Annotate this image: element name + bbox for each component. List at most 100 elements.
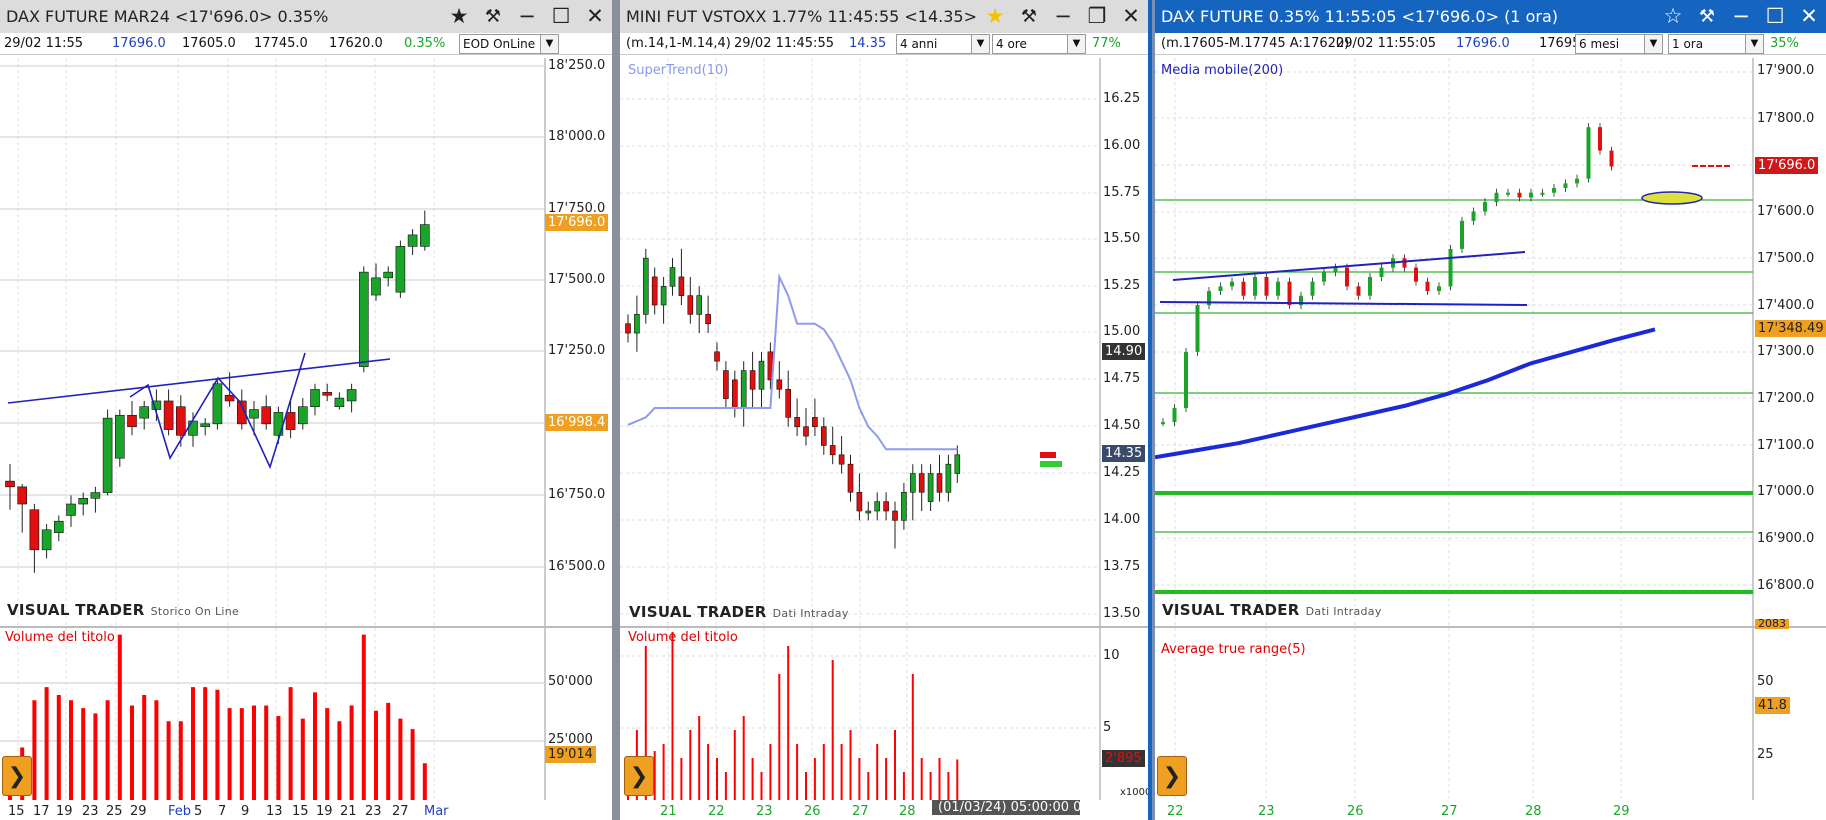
volume-bar	[813, 758, 816, 800]
candle-body	[1195, 305, 1200, 352]
supertrend-line	[627, 273, 958, 451]
candle-body	[1609, 150, 1614, 167]
candle-body	[838, 454, 845, 465]
date-label: 27	[852, 804, 869, 819]
candle-body	[1230, 281, 1234, 287]
volume-bar	[227, 708, 232, 800]
left-chart-panel: DAX FUTURE MAR24 <17'696.0> 0.35% ★ ⚒ − …	[0, 0, 612, 820]
price-label: 14.50	[1103, 418, 1141, 433]
middle-chart-canvas[interactable]	[620, 0, 1148, 820]
price-label: 17'400.0	[1757, 298, 1815, 313]
date-label: 27	[1441, 804, 1458, 819]
date-label: 9	[241, 804, 250, 819]
left-watermark-subtitle: Storico On Line	[150, 605, 240, 618]
volume-bar	[422, 763, 427, 800]
date-label: 19	[316, 804, 333, 819]
candle-body	[696, 295, 702, 315]
candle-body	[740, 370, 747, 409]
candle-body	[1414, 267, 1418, 282]
candle-body	[625, 323, 631, 334]
volume-bar	[178, 721, 183, 800]
date-label: 28	[899, 804, 916, 819]
panel-separator-1[interactable]	[612, 0, 620, 820]
candle-body	[856, 491, 863, 512]
candle-body	[687, 295, 694, 315]
candle-body	[139, 406, 149, 419]
price-label: 14.75	[1103, 371, 1141, 386]
candle-body	[1529, 192, 1533, 198]
volume-bar	[93, 713, 98, 800]
volume-bar	[288, 687, 293, 800]
candle-body	[1563, 183, 1568, 189]
date-label: 23	[82, 804, 99, 819]
candle-body	[1322, 272, 1326, 282]
candle-body	[669, 267, 676, 287]
price-label: 15.25	[1103, 278, 1141, 293]
candle-body	[776, 379, 783, 390]
candle-body	[883, 501, 889, 512]
middle-nav-arrow-button[interactable]: ❯	[624, 756, 654, 796]
price-label: 16.25	[1103, 91, 1141, 106]
date-label: 25	[106, 804, 123, 819]
price-label: 17'600.0	[1757, 204, 1815, 219]
candle-body	[285, 412, 296, 430]
candle-body	[749, 370, 756, 390]
candle-body	[945, 463, 952, 493]
marker-green	[1040, 461, 1062, 467]
volume-bar	[398, 718, 403, 800]
volume-bar	[769, 744, 772, 800]
candle-body	[936, 473, 943, 493]
date-label: 26	[1347, 804, 1364, 819]
volume-bar	[81, 708, 86, 800]
price-label: 17'500.0	[1757, 251, 1815, 266]
volume-bar	[69, 700, 73, 800]
volume-axis-label: 50'000	[548, 674, 593, 689]
last-price-tag: 14.35	[1102, 445, 1146, 462]
candle-body	[651, 276, 658, 306]
left-watermark-title: VISUAL TRADER	[7, 601, 145, 619]
atr-axis-label: 50	[1757, 674, 1774, 689]
volume-axis-label: 5	[1103, 720, 1112, 735]
volume-bar	[947, 772, 950, 800]
candle-body	[188, 420, 198, 436]
price-label: 15.00	[1103, 324, 1141, 339]
candle-body	[1253, 277, 1257, 296]
atr-tag: 41.8	[1755, 697, 1790, 714]
candle-body	[723, 370, 729, 399]
candle-body	[41, 529, 52, 551]
price-label: 16'900.0	[1757, 531, 1815, 546]
last-price-tag: 17'696.0	[1755, 157, 1819, 174]
price-label: 18'250.0	[548, 58, 606, 73]
candle-body	[803, 426, 809, 437]
candle-body	[794, 417, 800, 428]
candle-body	[1448, 248, 1453, 287]
volume-bar	[386, 702, 391, 800]
date-label: 26	[804, 804, 821, 819]
right-nav-arrow-button[interactable]: ❯	[1157, 756, 1187, 796]
candle-body	[1471, 211, 1476, 221]
level-price-tag: 14.90	[1102, 343, 1146, 360]
volume-bar	[698, 716, 701, 800]
left-nav-arrow-button[interactable]: ❯	[2, 756, 32, 796]
volume-bar	[858, 758, 861, 800]
atr-label: Average true range(5)	[1161, 642, 1306, 657]
candle-body	[918, 473, 925, 493]
candle-body	[249, 409, 259, 419]
left-chart-canvas[interactable]	[0, 0, 612, 820]
last-price-tag: 17'696.0	[545, 214, 609, 231]
volume-bar	[867, 772, 870, 800]
date-label: 13	[266, 804, 283, 819]
left-volume-label: Volume del titolo	[5, 630, 115, 645]
price-label: 13.50	[1103, 606, 1141, 621]
candle-body	[865, 510, 872, 514]
candle-body	[310, 389, 320, 407]
candle-body	[346, 389, 357, 402]
volume-bar	[902, 772, 905, 800]
candle-body	[1368, 277, 1372, 296]
candle-body	[1540, 192, 1545, 195]
candle-body	[705, 314, 711, 325]
candle-body	[634, 314, 640, 334]
volume-bar	[956, 759, 959, 800]
candle-body	[1356, 286, 1361, 296]
right-chart-canvas[interactable]	[1155, 0, 1826, 820]
